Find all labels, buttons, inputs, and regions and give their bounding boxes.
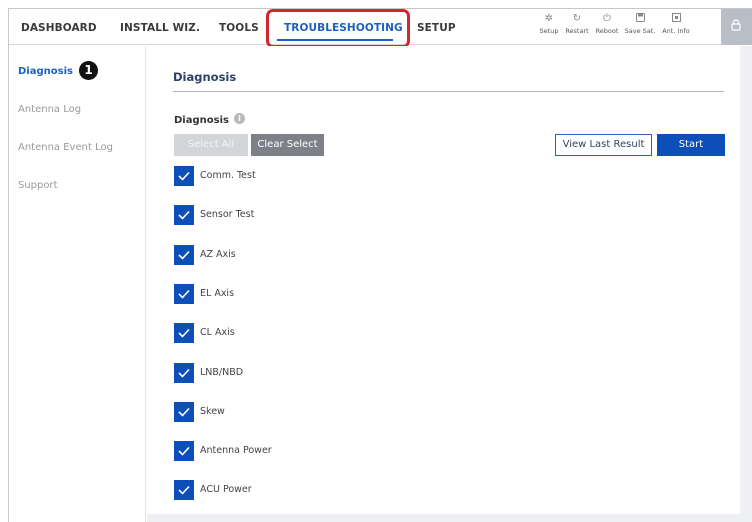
power-icon: ⏻	[603, 13, 611, 24]
checkbox[interactable]	[174, 401, 194, 422]
test-label: AZ Axis	[200, 248, 236, 260]
nav-setup[interactable]: SETUP	[417, 22, 456, 34]
restart-tool-label: Restart	[565, 27, 589, 35]
checkmark-icon	[178, 447, 190, 456]
ant-info-tool-label: Ant. Info	[662, 27, 690, 35]
checkbox[interactable]	[174, 480, 194, 501]
ant-info-tool-button[interactable]: Ant. Info	[660, 13, 692, 35]
checkbox[interactable]	[174, 205, 194, 226]
save-icon	[623, 13, 657, 25]
test-label: EL Axis	[200, 287, 235, 299]
nav-tools[interactable]: TOOLS	[219, 22, 259, 34]
test-label: Sensor Test	[200, 209, 255, 221]
diagnosis-panel: Diagnosis Diagnosis i Select All Clear S…	[147, 46, 740, 514]
page-title: Diagnosis	[173, 70, 237, 84]
callout-one: 1	[79, 61, 98, 80]
test-label: LNB/NBD	[200, 366, 244, 378]
lock-icon	[731, 19, 741, 31]
checkmark-icon	[178, 407, 190, 417]
restart-icon: ↻	[572, 13, 582, 24]
checkmark-icon	[178, 368, 190, 378]
test-label: CL Axis	[200, 327, 235, 339]
gear-icon: ✲	[544, 13, 554, 24]
select-all-button[interactable]: Select All	[174, 134, 248, 156]
checkmark-icon	[178, 250, 190, 260]
top-nav-bar: DASHBOARD INSTALL WIZ. TOOLS TROUBLESHOO…	[9, 9, 752, 48]
info-icon[interactable]: i	[234, 113, 245, 124]
nav-install-wiz[interactable]: INSTALL WIZ.	[120, 22, 200, 34]
view-last-result-button[interactable]: View Last Result	[555, 134, 652, 156]
troubleshooting-highlight-frame	[266, 9, 410, 48]
checkbox[interactable]	[174, 362, 194, 383]
lock-button[interactable]	[721, 9, 752, 45]
save-sat-tool-button[interactable]: Save Sat.	[623, 13, 657, 35]
sidebar-item-support[interactable]: Support	[18, 180, 58, 191]
reboot-tool-button[interactable]: ⏻ Reboot	[593, 13, 621, 35]
checkbox[interactable]	[174, 244, 194, 265]
sidebar-item-diagnosis[interactable]: Diagnosis	[18, 66, 73, 77]
setup-tool-button[interactable]: ✲ Setup	[537, 13, 561, 35]
antenna-info-icon	[660, 13, 692, 25]
checkmark-icon	[178, 329, 190, 338]
checkbox[interactable]	[174, 441, 194, 462]
setup-tool-label: Setup	[539, 27, 559, 35]
checkbox[interactable]	[174, 166, 194, 186]
title-divider	[173, 91, 724, 92]
reboot-tool-label: Reboot	[595, 27, 619, 35]
test-label: Antenna Power	[200, 445, 272, 457]
checkmark-icon	[178, 171, 190, 181]
test-label: Comm. Test	[200, 170, 256, 181]
nav-dashboard[interactable]: DASHBOARD	[21, 22, 97, 34]
sidebar: Diagnosis Antenna Log Antenna Event Log …	[9, 46, 146, 522]
save-sat-tool-label: Save Sat.	[624, 27, 656, 35]
checkbox[interactable]	[174, 323, 194, 344]
sidebar-item-antenna-log[interactable]: Antenna Log	[18, 104, 81, 115]
checkmark-icon	[178, 486, 190, 496]
start-button[interactable]: Start	[657, 134, 725, 156]
test-label: ACU Power	[200, 484, 252, 496]
checkbox[interactable]	[174, 283, 194, 304]
checkmark-icon	[178, 211, 190, 220]
section-label: Diagnosis	[174, 115, 229, 126]
sidebar-item-antenna-event-log[interactable]: Antenna Event Log	[18, 142, 113, 153]
checkmark-icon	[178, 289, 190, 299]
clear-select-button[interactable]: Clear Select	[251, 134, 324, 156]
restart-tool-button[interactable]: ↻ Restart	[563, 13, 591, 35]
test-label: Skew	[200, 405, 225, 417]
